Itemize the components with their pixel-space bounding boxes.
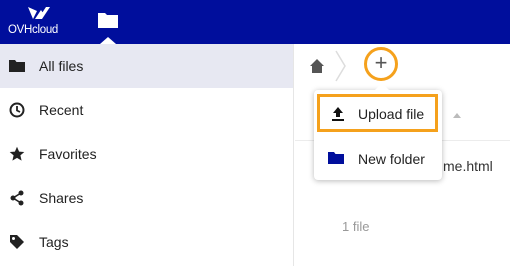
folder-icon [8, 57, 26, 75]
sidebar: All files Recent Favorites Shares Tags [0, 44, 294, 266]
file-name[interactable]: me.html [443, 158, 493, 174]
folder-icon[interactable] [97, 10, 119, 30]
share-icon [8, 189, 26, 207]
popup-caret [375, 83, 389, 90]
menu-item-upload-file[interactable]: Upload file [317, 94, 438, 132]
sidebar-item-label: Favorites [39, 146, 97, 162]
top-header: OVHcloud [0, 0, 510, 44]
sidebar-item-label: Shares [39, 190, 84, 206]
sidebar-item-recent[interactable]: Recent [0, 88, 293, 132]
ovhcloud-logo-mark [28, 7, 50, 19]
sidebar-item-favorites[interactable]: Favorites [0, 132, 293, 176]
file-count-summary: 1 file [342, 219, 370, 234]
sidebar-item-label: All files [39, 58, 84, 74]
menu-item-new-folder[interactable]: New folder [314, 136, 442, 180]
star-icon [8, 145, 26, 163]
sidebar-item-tags[interactable]: Tags [0, 220, 293, 264]
sort-ascending-icon[interactable] [453, 113, 461, 118]
sidebar-item-shares[interactable]: Shares [0, 176, 293, 220]
home-icon[interactable] [309, 58, 325, 74]
logo-text: OVHcloud [8, 24, 59, 36]
sidebar-item-label: Recent [39, 102, 84, 118]
tag-icon [8, 233, 26, 251]
upload-icon [332, 107, 344, 121]
clock-icon [8, 101, 26, 119]
sidebar-item-all-files[interactable]: All files [0, 44, 293, 88]
folder-icon [328, 152, 344, 164]
ovhcloud-logo[interactable]: OVHcloud [8, 4, 68, 40]
menu-item-label: New folder [358, 151, 425, 167]
active-app-indicator [100, 37, 116, 44]
plus-icon: + [374, 50, 388, 75]
add-new-button[interactable]: + [364, 47, 398, 81]
sidebar-item-label: Tags [39, 234, 69, 250]
new-file-menu: Upload file New folder [314, 83, 442, 180]
menu-item-label: Upload file [358, 106, 425, 122]
breadcrumb-separator [335, 50, 346, 82]
